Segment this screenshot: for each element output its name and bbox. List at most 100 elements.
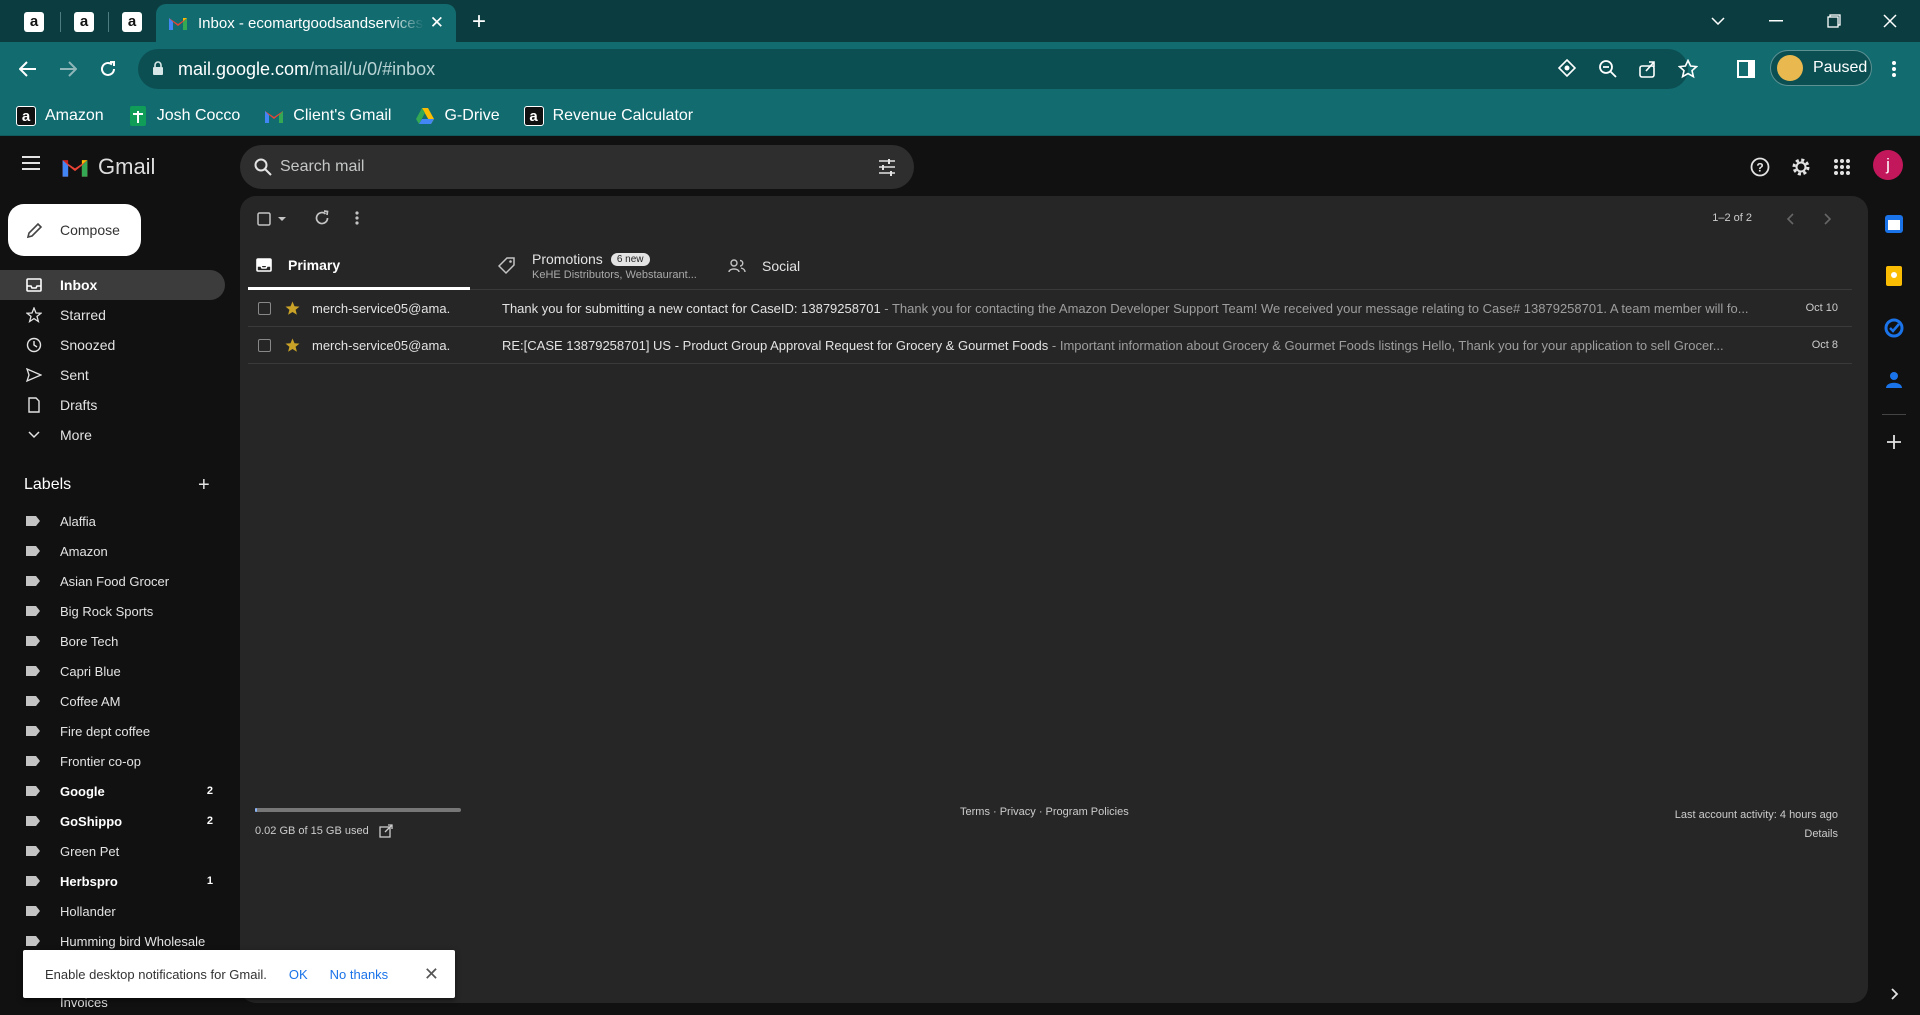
label-name: Capri Blue [60, 663, 121, 679]
close-tab-icon[interactable]: ✕ [430, 13, 444, 33]
label-tag-icon [26, 666, 40, 676]
footer-links[interactable]: Terms · Privacy · Program Policies [960, 806, 1129, 818]
details-link[interactable]: Details [1675, 825, 1838, 844]
reload-button[interactable] [94, 55, 122, 83]
label-tag-icon [26, 726, 40, 736]
select-dropdown-icon[interactable] [278, 217, 286, 222]
more-options-icon[interactable] [355, 210, 359, 226]
share-icon[interactable] [1638, 59, 1660, 81]
search-input[interactable] [280, 145, 840, 189]
label-item[interactable]: Coffee AM [0, 686, 225, 716]
close-window-button[interactable] [1862, 0, 1918, 42]
search-options-icon[interactable] [878, 158, 896, 176]
older-page-icon[interactable] [1824, 213, 1832, 225]
main-menu-icon[interactable] [22, 156, 40, 170]
label-item[interactable]: Herbspro 1 [0, 866, 225, 896]
pinned-tab-amazon[interactable]: a [12, 6, 56, 38]
bookmark-josh-cocco[interactable]: Josh Cocco [128, 105, 240, 126]
sidebar-item-label: Starred [60, 307, 106, 323]
label-item[interactable]: Alaffia [0, 506, 225, 536]
account-avatar[interactable]: j [1873, 150, 1903, 180]
bookmark-amazon[interactable]: a Amazon [16, 105, 104, 126]
label-item[interactable]: Capri Blue [0, 656, 225, 686]
add-apps-icon[interactable] [1884, 432, 1904, 452]
amazon-icon: a [24, 12, 44, 32]
select-all-checkbox[interactable] [257, 212, 271, 226]
label-item[interactable]: Hollander [0, 896, 225, 926]
sidebar-item-sent[interactable]: Sent [0, 360, 225, 390]
label-item[interactable]: Fire dept coffee [0, 716, 225, 746]
pinned-tab-amazon[interactable]: a [110, 6, 154, 38]
browser-menu-icon[interactable] [1880, 55, 1908, 83]
email-row[interactable]: merch-service05@ama. RE:[CASE 1387925870… [248, 327, 1852, 364]
open-in-new-icon[interactable] [379, 824, 393, 838]
search-bar[interactable] [240, 145, 914, 189]
apps-grid-icon[interactable] [1829, 154, 1855, 180]
restore-button[interactable] [1806, 0, 1862, 42]
tasks-icon[interactable] [1884, 318, 1904, 338]
url-host: mail.google.com [178, 59, 310, 79]
star-icon[interactable] [285, 338, 300, 353]
email-row[interactable]: merch-service05@ama. Thank you for submi… [248, 290, 1852, 327]
add-label-icon[interactable]: + [198, 474, 210, 497]
amazon-icon: a [16, 105, 36, 126]
lock-icon[interactable] [152, 61, 164, 76]
tab-primary[interactable]: Primary [248, 242, 470, 290]
profile-button[interactable]: Paused [1770, 50, 1872, 86]
amazon-icon: a [74, 12, 94, 32]
label-item[interactable]: Amazon [0, 536, 225, 566]
label-tag-icon [26, 756, 40, 766]
sidebar-item-inbox[interactable]: Inbox [0, 270, 225, 300]
label-item[interactable]: Google 2 [0, 776, 225, 806]
settings-gear-icon[interactable] [1788, 154, 1814, 180]
email-checkbox[interactable] [258, 338, 271, 352]
bookmark-revenue-calculator[interactable]: a Revenue Calculator [523, 105, 693, 126]
side-panel-icon[interactable] [1732, 55, 1760, 83]
extension-icon[interactable] [1558, 59, 1580, 81]
tab-search-icon[interactable] [1690, 0, 1746, 42]
bookmark-star-icon[interactable] [1678, 59, 1700, 81]
close-icon[interactable]: ✕ [424, 964, 439, 985]
label-item[interactable]: Asian Food Grocer [0, 566, 225, 596]
label-item[interactable]: GoShippo 2 [0, 806, 225, 836]
label-item[interactable]: Big Rock Sports [0, 596, 225, 626]
gmail-icon [264, 106, 284, 126]
sidebar-item-drafts[interactable]: Drafts [0, 390, 225, 420]
email-checkbox[interactable] [258, 301, 271, 315]
sidebar-item-more[interactable]: More [0, 420, 225, 450]
pinned-tab-amazon[interactable]: a [62, 6, 106, 38]
tab-social[interactable]: Social [728, 242, 800, 290]
back-button[interactable] [14, 55, 42, 83]
bookmark-g-drive[interactable]: G-Drive [415, 106, 500, 126]
compose-button[interactable]: Compose [8, 204, 141, 256]
active-tab[interactable]: Inbox - ecomartgoodsandservices ✕ [156, 4, 456, 42]
contacts-icon[interactable] [1884, 370, 1904, 390]
toast-ok-button[interactable]: OK [289, 967, 308, 982]
bookmark-label: Amazon [45, 106, 104, 124]
minimize-button[interactable] [1748, 0, 1804, 42]
toast-no-thanks-button[interactable]: No thanks [330, 967, 389, 982]
address-bar[interactable]: mail.google.com/mail/u/0/#inbox [138, 49, 1698, 89]
bookmark-clients-gmail[interactable]: Client's Gmail [264, 106, 391, 126]
keep-icon[interactable] [1884, 266, 1904, 286]
sidebar-item-starred[interactable]: Starred [0, 300, 225, 330]
tab-promotions[interactable]: Promotions 6 new KeHE Distributors, Webst… [498, 242, 728, 290]
label-item[interactable]: Bore Tech [0, 626, 225, 656]
help-icon[interactable]: ? [1747, 154, 1773, 180]
label-item[interactable]: Green Pet [0, 836, 225, 866]
star-icon[interactable] [285, 301, 300, 316]
refresh-icon[interactable] [314, 210, 330, 226]
new-tab-button[interactable]: + [472, 8, 486, 36]
zoom-icon[interactable] [1598, 59, 1620, 81]
promotions-senders: KeHE Distributors, Webstaurant... [532, 269, 697, 281]
gmail-logo[interactable]: Gmail [60, 154, 155, 180]
calendar-icon[interactable] [1884, 214, 1904, 234]
search-icon[interactable] [254, 158, 272, 176]
label-item[interactable]: Frontier co-op [0, 746, 225, 776]
label-name: Coffee AM [60, 693, 121, 709]
chevron-right-icon[interactable] [1884, 984, 1904, 1004]
tab-title: Inbox - ecomartgoodsandservices [198, 14, 424, 32]
newer-page-icon[interactable] [1786, 213, 1794, 225]
forward-button[interactable] [54, 55, 82, 83]
sidebar-item-snoozed[interactable]: Snoozed [0, 330, 225, 360]
